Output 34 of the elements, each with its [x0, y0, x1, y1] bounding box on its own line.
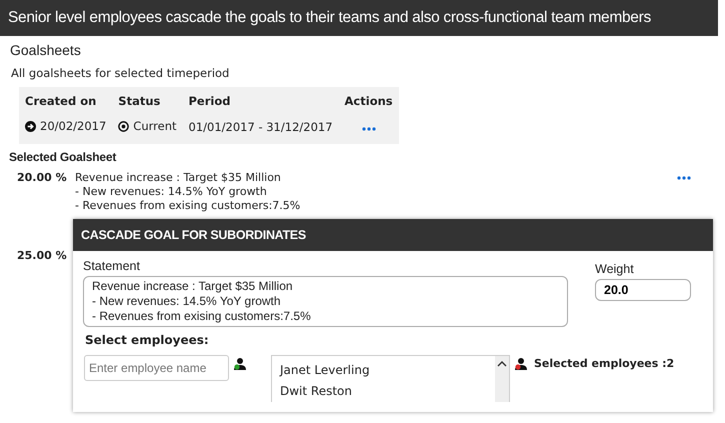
target-icon	[118, 120, 130, 132]
employee-item[interactable]: Janet Leverling	[272, 360, 495, 381]
more-actions-icon[interactable]	[675, 174, 693, 182]
column-header: Created on	[19, 87, 112, 114]
goal-text: - Revenues from exising customers:7.5%	[75, 198, 300, 212]
weight-field[interactable]: 20.0	[595, 279, 691, 301]
table-cell: 01/01/2017 - 31/12/2017	[182, 114, 339, 144]
section-heading: Selected Goalsheet	[9, 150, 118, 164]
goal-text: - New revenues: 14.5% YoY growth	[75, 184, 268, 198]
column-header: Status	[112, 87, 182, 114]
field-label: Select employees:	[85, 333, 210, 347]
selected-count: Selected employees :2	[534, 357, 674, 370]
banner-title: Senior level employees cascade the goals to their teams and also cross-functional team members	[0, 0, 718, 36]
table-cell: 20/02/2017	[25, 119, 106, 133]
employee-search-field[interactable]: Enter employee name	[84, 355, 229, 381]
employee-item[interactable]: Dwit Reston	[272, 381, 495, 402]
field-label: Weight	[595, 262, 635, 276]
statement-field[interactable]: Revenue increase : Target $35 Million - New revenues: 14.5% YoY growth - Revenues from exising customers:7.5%	[83, 276, 568, 327]
goal-weight: 25.00 %	[16, 248, 68, 262]
column-header: Actions	[338, 87, 399, 114]
goal-weight: 20.00 %	[16, 170, 68, 186]
dialog-title: CASCADE GOAL FOR SUBORDINATES	[73, 219, 713, 251]
field-label: Statement	[83, 259, 141, 273]
arrow-circle-icon	[25, 120, 36, 132]
column-header: Period	[182, 87, 339, 114]
section-subtitle: All goalsheets for selected timeperiod	[11, 66, 230, 80]
table-cell: Current	[118, 119, 176, 133]
section-heading: Goalsheets	[10, 42, 82, 58]
goal-text: Revenue increase : Target $35 Million	[75, 170, 282, 184]
more-actions-icon[interactable]	[360, 124, 378, 133]
scrollbar[interactable]	[495, 356, 509, 402]
remove-person-icon[interactable]	[514, 357, 528, 371]
add-person-icon[interactable]	[233, 357, 247, 371]
caret-up-icon[interactable]	[497, 361, 507, 367]
